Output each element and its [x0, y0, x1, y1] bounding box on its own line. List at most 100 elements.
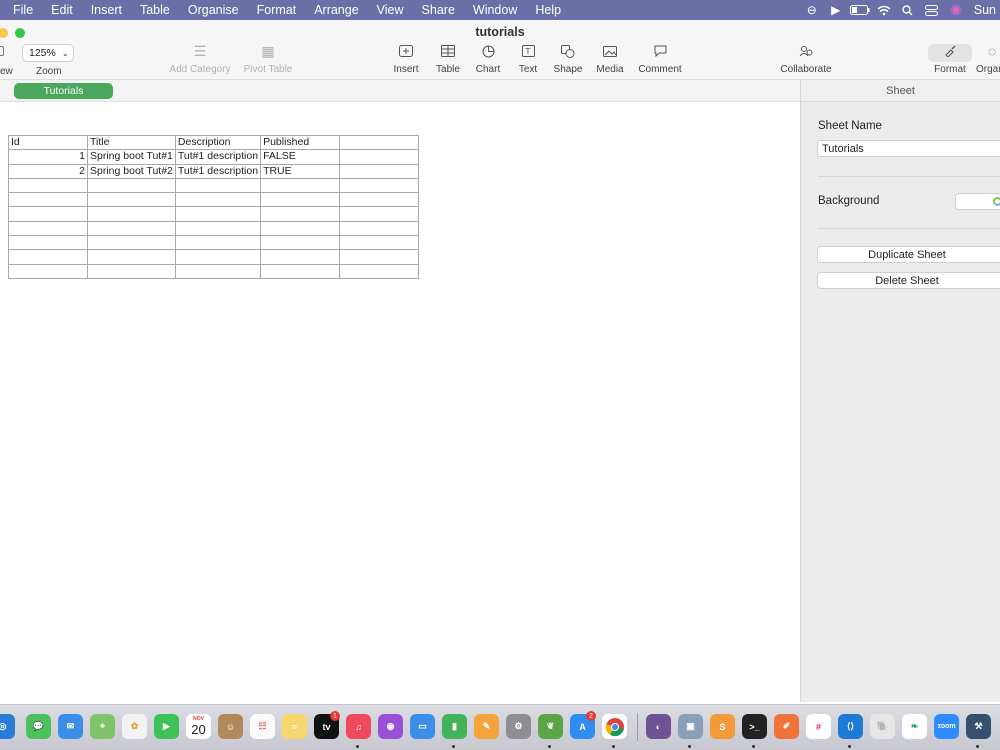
table-cell[interactable]: 2	[8, 163, 88, 179]
menu-share[interactable]: Share	[413, 3, 464, 17]
table-cell[interactable]	[339, 263, 420, 279]
background-color-well[interactable]	[955, 193, 1000, 210]
data-table[interactable]: Id Title Description Published 1 Spring …	[8, 134, 420, 279]
media-button[interactable]: Media	[582, 42, 638, 78]
organise-button[interactable]: ◌ Organ	[970, 42, 1000, 78]
siri-icon[interactable]	[944, 0, 968, 20]
maps-icon[interactable]: ⌖	[90, 714, 115, 739]
vscode-icon[interactable]: ⟨⟩	[838, 714, 863, 739]
collaborate-button[interactable]: Collaborate	[778, 42, 834, 78]
slack-icon[interactable]: #	[806, 714, 831, 739]
table-cell[interactable]	[260, 206, 341, 222]
comment-button[interactable]: Comment	[632, 42, 688, 78]
xcode-icon[interactable]: ⚒	[966, 714, 991, 739]
mail-icon[interactable]: ✉	[58, 714, 83, 739]
header-cell-title[interactable]: Title	[87, 134, 176, 151]
table-cell[interactable]: Spring boot Tut#1	[87, 149, 176, 165]
menu-file[interactable]: File	[0, 3, 42, 17]
table-cell[interactable]	[87, 249, 176, 265]
safari-icon[interactable]: ◎	[0, 714, 15, 739]
view-icon[interactable]	[0, 46, 4, 56]
add-category-button[interactable]: ☰ Add Category	[169, 42, 230, 78]
github-desktop-icon[interactable]: ◐	[646, 714, 671, 739]
table-cell[interactable]	[8, 192, 88, 208]
header-cell-description[interactable]: Description	[174, 134, 262, 151]
notes-icon[interactable]: ≡	[282, 714, 307, 739]
table-cell[interactable]: Tut#1 description	[174, 149, 262, 165]
table-cell[interactable]	[8, 249, 88, 265]
table-cell[interactable]: 1	[8, 149, 88, 165]
table-cell[interactable]	[174, 235, 262, 251]
podcasts-icon[interactable]: ◉	[378, 714, 403, 739]
menu-organise[interactable]: Organise	[179, 3, 248, 17]
pages-icon[interactable]: ✎	[474, 714, 499, 739]
sheet-name-input[interactable]: Tutorials	[817, 140, 1000, 157]
calendar-icon[interactable]: NOV 20	[186, 714, 211, 739]
zoom-app-icon[interactable]: zoom	[934, 714, 959, 739]
minus-circle-icon[interactable]: ⊖	[800, 0, 824, 20]
table-cell[interactable]	[174, 249, 262, 265]
header-cell-id[interactable]: Id	[8, 134, 88, 151]
facetime-icon[interactable]: ▶	[154, 714, 179, 739]
postgresql-icon[interactable]: 🐘	[870, 714, 895, 739]
zoom-dropdown[interactable]: 125% ⌄	[22, 44, 74, 62]
play-circle-icon[interactable]: ▶	[824, 0, 848, 20]
table-cell[interactable]	[339, 177, 420, 194]
table-cell[interactable]	[339, 206, 420, 222]
menu-view[interactable]: View	[368, 3, 413, 17]
table-cell[interactable]	[8, 235, 88, 251]
table-cell[interactable]	[174, 220, 262, 237]
menu-insert[interactable]: Insert	[82, 3, 131, 17]
table-cell[interactable]: TRUE	[260, 163, 341, 179]
table-cell[interactable]	[260, 263, 341, 279]
table-cell[interactable]	[174, 263, 262, 279]
table-cell[interactable]	[339, 249, 420, 265]
table-cell[interactable]	[260, 235, 341, 251]
menu-format[interactable]: Format	[248, 3, 306, 17]
wifi-icon[interactable]	[872, 0, 896, 20]
table-cell[interactable]	[260, 220, 341, 237]
table-cell[interactable]	[87, 192, 176, 208]
table-cell[interactable]	[8, 220, 88, 237]
table-cell[interactable]	[260, 192, 341, 208]
table-cell[interactable]	[174, 192, 262, 208]
music-icon[interactable]: ♫	[346, 714, 371, 739]
table-cell[interactable]	[8, 206, 88, 222]
table-cell[interactable]	[260, 177, 341, 194]
table-cell[interactable]: Spring boot Tut#2	[87, 163, 176, 179]
menu-window[interactable]: Window	[464, 3, 526, 17]
preview-icon[interactable]: ▣	[678, 714, 703, 739]
table-cell[interactable]	[339, 163, 420, 179]
table-cell[interactable]	[339, 235, 420, 251]
search-icon[interactable]	[896, 0, 920, 20]
table-cell[interactable]	[260, 249, 341, 265]
table-cell[interactable]	[87, 206, 176, 222]
terminal-icon[interactable]: >_	[742, 714, 767, 739]
table-cell[interactable]: Tut#1 description	[174, 163, 262, 179]
reminders-icon[interactable]: ☷	[250, 714, 275, 739]
sheet-canvas[interactable]: Id Title Description Published 1 Spring …	[0, 102, 800, 702]
menu-edit[interactable]: Edit	[42, 3, 82, 17]
sheet-tab-tutorials[interactable]: Tutorials	[14, 83, 113, 99]
header-cell-published[interactable]: Published	[260, 134, 341, 151]
table-cell[interactable]	[174, 206, 262, 222]
chrome-icon[interactable]	[602, 714, 627, 739]
numbers-icon[interactable]: ▮	[442, 714, 467, 739]
table-cell[interactable]: FALSE	[260, 149, 341, 165]
pivot-table-button[interactable]: ▦ Pivot Table	[240, 42, 296, 78]
battery-icon[interactable]	[848, 0, 872, 20]
table-cell[interactable]	[87, 177, 176, 194]
mongodb-icon[interactable]: ❧	[902, 714, 927, 739]
table-cell[interactable]	[87, 220, 176, 237]
color-wheel-icon[interactable]	[993, 197, 1000, 206]
inspector-tab-sheet[interactable]: Sheet	[801, 80, 1000, 102]
messages-icon[interactable]: 💬	[26, 714, 51, 739]
table-cell[interactable]	[87, 235, 176, 251]
table-cell[interactable]	[174, 177, 262, 194]
table-cell[interactable]	[339, 192, 420, 208]
menu-arrange[interactable]: Arrange	[305, 3, 367, 17]
table-cell[interactable]	[339, 149, 420, 165]
menu-help[interactable]: Help	[526, 3, 570, 17]
keynote-icon[interactable]: ▭	[410, 714, 435, 739]
spring-tools-icon[interactable]: ❦	[538, 714, 563, 739]
